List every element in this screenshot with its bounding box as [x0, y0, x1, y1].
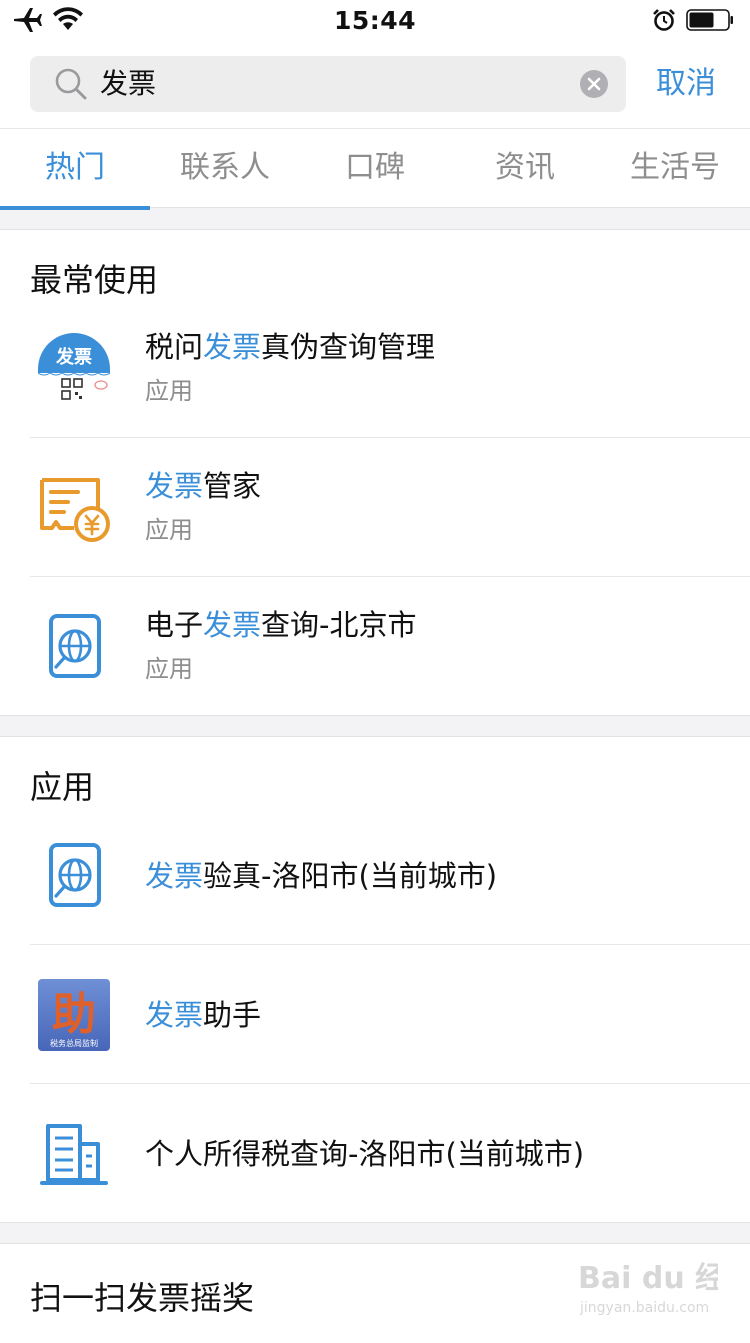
building-icon — [40, 1124, 108, 1185]
cancel-button[interactable]: 取消 — [656, 64, 716, 104]
tab-koubei[interactable]: 口碑 — [300, 129, 450, 209]
fapiao-qr-icon: 发票 — [38, 333, 110, 405]
item-title: 发票验真-洛阳市(当前城市) — [145, 859, 498, 893]
clear-search-button[interactable] — [580, 70, 608, 98]
close-icon — [587, 77, 601, 91]
battery-icon — [686, 9, 733, 31]
svg-text:税务总局监制: 税务总局监制 — [50, 1038, 98, 1048]
list-item[interactable]: 助 税务总局监制 发票助手 — [0, 945, 750, 1084]
search-header: 发票 取消 — [0, 40, 750, 128]
search-input[interactable]: 发票 — [30, 56, 626, 112]
list-item[interactable]: 发票管家 应用 — [0, 438, 750, 577]
svg-text:发票: 发票 — [55, 346, 92, 368]
list-item[interactable]: 电子发票查询-北京市 应用 — [0, 577, 750, 716]
section-title: 最常使用 — [30, 261, 159, 299]
section-title: 应用 — [30, 768, 95, 806]
item-type: 应用 — [145, 377, 193, 405]
search-tabs: 热门 联系人 口碑 资讯 生活号 — [0, 128, 750, 210]
search-query: 发票 — [100, 67, 157, 100]
globe-doc-icon — [49, 843, 101, 907]
item-type: 应用 — [145, 516, 193, 544]
list-item[interactable]: 个人所得税查询-洛阳市(当前城市) — [0, 1084, 750, 1223]
item-title: 税问发票真伪查询管理 — [145, 330, 436, 364]
item-title: 发票管家 — [145, 469, 262, 503]
search-icon — [55, 68, 87, 100]
item-type: 应用 — [145, 655, 193, 683]
alarm-icon — [653, 9, 675, 31]
invoice-yuan-icon — [40, 478, 110, 542]
svg-text:Bai du 经验: Bai du 经验 — [578, 1261, 718, 1296]
zhu-assistant-icon: 助 税务总局监制 — [38, 979, 110, 1051]
status-time: 15:44 — [333, 6, 417, 35]
list-item[interactable]: 发票验真-洛阳市(当前城市) — [0, 806, 750, 945]
item-title: 电子发票查询-北京市 — [145, 608, 417, 642]
status-bar: 15:44 — [0, 0, 750, 40]
item-title: 个人所得税查询-洛阳市(当前城市) — [145, 1137, 585, 1171]
tab-contacts[interactable]: 联系人 — [150, 129, 300, 209]
frequent-section: 最常使用 发票 税问发票真伪查询管理 应用 发票管家 应用 电子发票查询-北京市… — [0, 229, 750, 716]
section-title: 扫一扫发票摇奖 — [30, 1279, 255, 1317]
tab-news[interactable]: 资讯 — [450, 129, 600, 209]
tab-life-accounts[interactable]: 生活号 — [600, 129, 750, 209]
baidu-jingyan-watermark: Bai du 经验 jingyan.baidu.com — [578, 1261, 718, 1316]
svg-text:助: 助 — [52, 989, 96, 1040]
list-item[interactable]: 发票 税问发票真伪查询管理 应用 — [0, 299, 750, 438]
apps-section: 应用 发票验真-洛阳市(当前城市) 助 税务总局监制 发票助手 个人所得税查询-… — [0, 736, 750, 1223]
globe-doc-icon — [49, 614, 101, 678]
item-title: 发票助手 — [145, 998, 262, 1032]
tab-hot[interactable]: 热门 — [0, 129, 150, 210]
svg-text:jingyan.baidu.com: jingyan.baidu.com — [579, 1300, 709, 1316]
